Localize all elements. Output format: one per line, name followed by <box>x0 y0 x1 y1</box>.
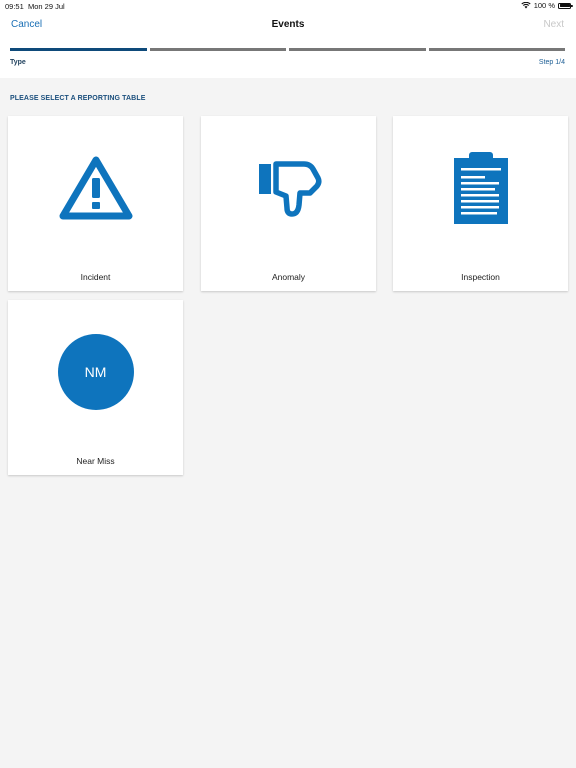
battery-level <box>559 4 570 7</box>
step-segment <box>428 48 565 51</box>
status-bar: 09:51 Mon 29 Jul 100 % <box>0 0 576 12</box>
card-label: Anomaly <box>271 272 306 282</box>
status-date: Mon 29 Jul <box>28 2 65 11</box>
card-label: Incident <box>80 272 111 282</box>
status-time: 09:51 <box>5 2 24 11</box>
step-type-label: Type <box>10 59 26 66</box>
card-anomaly[interactable]: Anomaly <box>201 116 376 291</box>
status-right: 100 % <box>521 1 573 10</box>
step-counter: Step 1/4 <box>538 59 565 66</box>
near-miss-badge-icon: NM <box>57 334 134 410</box>
step-segment <box>149 48 286 51</box>
next-button[interactable]: Next <box>543 19 564 30</box>
section-title: PLEASE SELECT A REPORTING TABLE <box>10 95 146 102</box>
page-title: Events <box>271 19 305 30</box>
step-segment <box>289 48 426 51</box>
thumbs-down-icon <box>258 161 322 217</box>
battery-text: 100 % <box>533 1 555 10</box>
step-segment <box>10 48 147 51</box>
wifi-icon <box>521 2 531 9</box>
battery-icon <box>558 2 573 9</box>
card-incident[interactable]: Incident <box>8 116 183 291</box>
navigation-bar: Cancel Events Next <box>0 14 576 38</box>
card-label: Inspection <box>461 272 500 282</box>
clipboard-icon <box>453 152 508 224</box>
card-inspection[interactable]: Inspection <box>393 116 568 291</box>
step-progress-bar <box>10 48 565 51</box>
card-label: Near Miss <box>76 456 115 466</box>
warning-triangle-icon <box>59 156 132 220</box>
card-near-miss[interactable]: NM Near Miss <box>8 300 183 475</box>
header: 09:51 Mon 29 Jul 100 % Cancel Events Nex… <box>0 0 576 78</box>
